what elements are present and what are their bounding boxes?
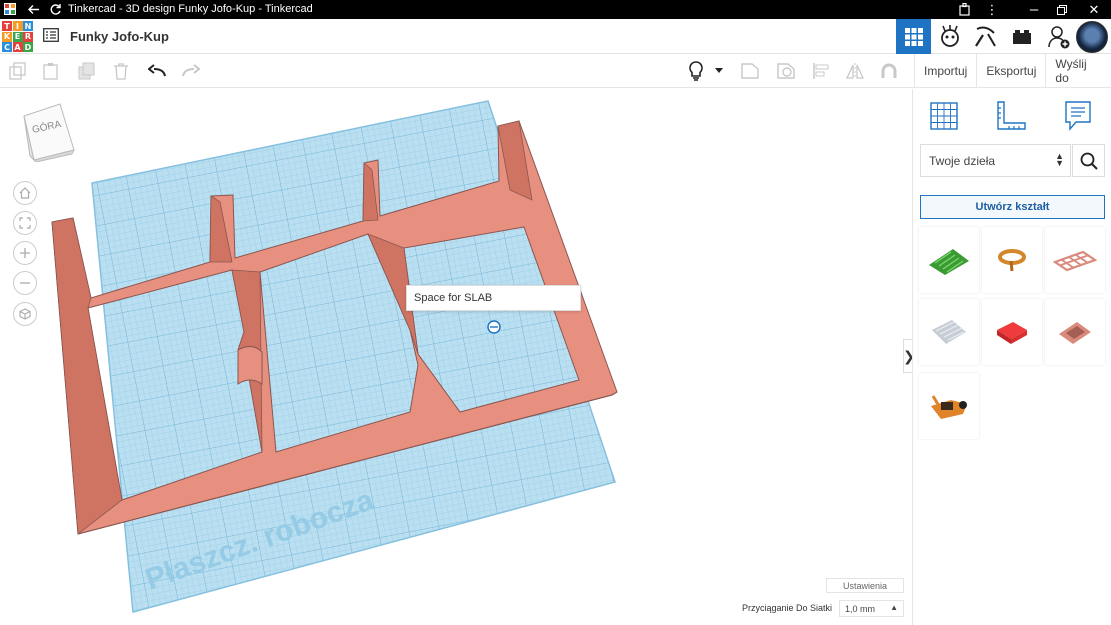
pickaxe-icon <box>974 26 996 47</box>
ruler-tool-button[interactable] <box>994 99 1028 133</box>
window-title-bar: Tinkercad - 3D design Funky Jofo-Kup - T… <box>0 0 1111 19</box>
notes-tool-button[interactable] <box>1061 99 1095 133</box>
add-user-icon <box>1047 25 1069 48</box>
close-icon[interactable]: ✕ <box>1084 0 1104 19</box>
more-vertical-icon[interactable]: ⋮ <box>984 0 1000 19</box>
shape-tooltip: Space for SLAB <box>406 285 581 311</box>
bricks-view-button[interactable] <box>1004 19 1039 54</box>
shape-tile-orange-mechanism[interactable] <box>919 373 979 439</box>
window-title: Tinkercad - 3D design Funky Jofo-Kup - T… <box>68 3 313 15</box>
shape-tile-pink-plate[interactable] <box>1045 299 1105 365</box>
app-icon <box>4 3 16 15</box>
fit-view-button[interactable] <box>13 211 37 235</box>
back-arrow-icon[interactable] <box>24 0 42 19</box>
brick-icon <box>1012 29 1031 44</box>
note-icon <box>1065 101 1091 131</box>
ghost-character-icon <box>940 24 959 47</box>
3d-view-button[interactable] <box>896 19 931 54</box>
shape-tile-pink-grid-frame[interactable] <box>1045 227 1105 293</box>
shape-tile-red-box[interactable] <box>982 299 1042 365</box>
add-user-button[interactable] <box>1041 19 1076 54</box>
delete-icon[interactable] <box>111 61 131 81</box>
refresh-icon[interactable] <box>46 0 64 19</box>
shapes-panel: Twoje dzieła ▲ ▼ Utwórz kształt <box>912 89 1111 625</box>
minus-icon <box>20 282 30 284</box>
shape-tile-orange-ring[interactable] <box>982 227 1042 293</box>
orthographic-toggle-button[interactable] <box>13 302 37 326</box>
view-cube[interactable]: GÓRA <box>22 102 76 167</box>
redo-icon[interactable] <box>181 61 201 81</box>
duplicate-icon[interactable] <box>77 61 97 81</box>
codeblocks-view-button[interactable] <box>968 19 1003 54</box>
ungroup-icon[interactable] <box>776 61 796 81</box>
shape-tile-green-terrain[interactable] <box>919 227 979 293</box>
home-icon <box>19 187 31 199</box>
fit-icon <box>19 217 31 229</box>
caret-down-icon: ▲ <box>890 603 898 612</box>
toolbar-right-actions: Importuj Eksportuj Wyślij do <box>914 54 1111 88</box>
edit-toolbar: Importuj Eksportuj Wyślij do <box>0 54 1111 88</box>
shape-tile-gray-slab[interactable] <box>919 299 979 365</box>
search-button[interactable] <box>1072 144 1105 177</box>
undo-icon[interactable] <box>147 61 167 81</box>
import-button[interactable]: Importuj <box>914 54 976 88</box>
mirror-icon[interactable] <box>845 61 865 81</box>
cube-icon <box>19 308 31 320</box>
align-icon[interactable] <box>811 61 831 81</box>
export-button[interactable]: Eksportuj <box>976 54 1045 88</box>
create-shape-button[interactable]: Utwórz kształt <box>920 195 1105 219</box>
magnet-icon[interactable] <box>879 61 899 81</box>
group-icon[interactable] <box>740 61 760 81</box>
zoom-out-button[interactable] <box>13 271 37 295</box>
extension-icon[interactable] <box>954 0 974 19</box>
circuits-view-button[interactable] <box>932 19 967 54</box>
workplane-grid-icon <box>930 102 958 130</box>
grid-icon <box>904 27 923 46</box>
avatar[interactable] <box>1076 21 1108 53</box>
plus-icon <box>20 248 30 258</box>
snap-grid-value: 1,0 mm <box>845 604 876 614</box>
ruler-icon <box>997 101 1026 130</box>
restore-icon[interactable] <box>1052 0 1072 19</box>
design-list-icon[interactable] <box>43 28 59 42</box>
shape-library-select[interactable]: Twoje dzieła ▲ ▼ <box>920 144 1071 177</box>
copy-icon[interactable] <box>8 61 28 81</box>
minimize-icon[interactable]: – <box>1024 0 1044 19</box>
project-title[interactable]: Funky Jofo-Kup <box>70 29 169 44</box>
lightbulb-icon[interactable] <box>686 61 706 81</box>
sort-arrows-icon: ▲ ▼ <box>1055 151 1064 168</box>
3d-canvas[interactable]: Płaszcz. robocza <box>0 89 912 625</box>
home-view-button[interactable] <box>13 181 37 205</box>
snap-grid-label: Przyciąganie Do Siatki <box>742 603 833 613</box>
snap-grid-select[interactable]: 1,0 mm ▲ <box>839 600 904 617</box>
paste-icon[interactable] <box>41 61 61 81</box>
zoom-in-button[interactable] <box>13 241 37 265</box>
app-header: TIN KER CAD Funky Jofo-Kup <box>0 19 1111 54</box>
search-icon <box>1080 152 1098 170</box>
lightbulb-dropdown-icon[interactable] <box>712 61 726 81</box>
workplane-scene[interactable]: Płaszcz. robocza <box>0 89 912 625</box>
shape-library-value: Twoje dzieła <box>929 154 996 168</box>
workplane-tool-button[interactable] <box>927 99 961 133</box>
tinkercad-logo[interactable]: TIN KER CAD <box>2 21 33 52</box>
send-to-button[interactable]: Wyślij do <box>1045 54 1111 88</box>
settings-button[interactable]: Ustawienia <box>826 578 904 593</box>
